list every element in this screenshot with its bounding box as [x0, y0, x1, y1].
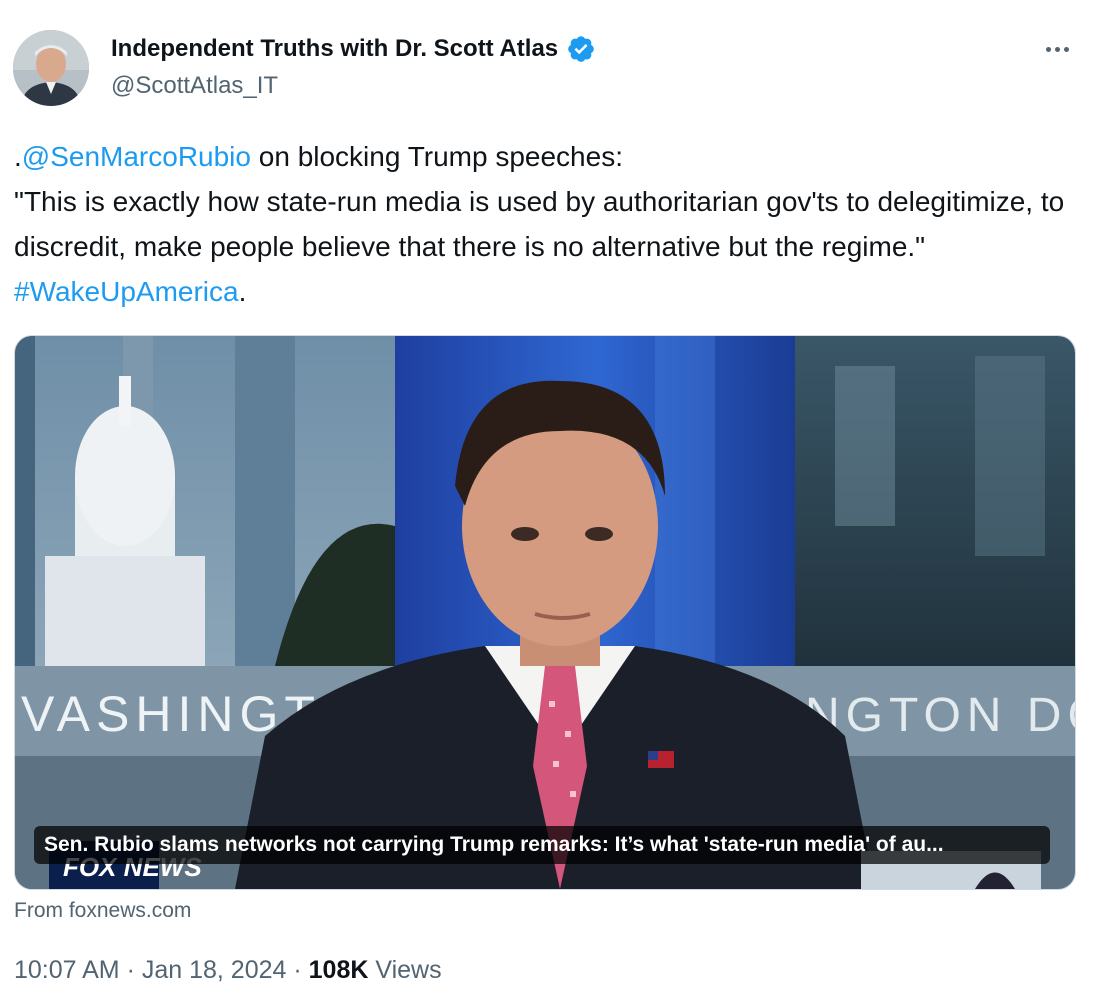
tweet-time[interactable]: 10:07 AM	[14, 956, 120, 984]
tweet-text: .@SenMarcoRubio on blocking Trump speech…	[14, 134, 1074, 314]
hashtag-link[interactable]: #WakeUpAmerica	[14, 276, 239, 307]
tweet-quote: "This is exactly how state-run media is …	[14, 186, 1065, 262]
author-name[interactable]: Independent Truths with Dr. Scott Atlas	[111, 34, 596, 64]
more-options-button[interactable]	[1040, 36, 1074, 62]
author-name-text: Independent Truths with Dr. Scott Atlas	[111, 35, 559, 62]
backdrop-text-right: NGTON DC	[805, 689, 1075, 742]
mention-link[interactable]: @SenMarcoRubio	[22, 141, 251, 172]
tweet-prefix: .	[14, 141, 22, 172]
author-handle[interactable]: @ScottAtlas_IT	[111, 72, 278, 100]
views-label: Views	[368, 956, 442, 984]
tweet-date[interactable]: Jan 18, 2024	[142, 956, 287, 984]
more-horizontal-icon	[1045, 46, 1051, 52]
tweet-suffix: .	[238, 276, 247, 307]
media-card[interactable]: VASHINGTO NGTON DC FOX NEWS	[14, 335, 1076, 890]
author-avatar[interactable]	[13, 30, 89, 106]
meta-separator: ·	[286, 956, 309, 984]
tweet-meta: 10:07 AM · Jan 18, 2024 · 108K Views	[14, 956, 442, 985]
avatar-image	[13, 30, 89, 106]
video-thumbnail: VASHINGTO NGTON DC FOX NEWS	[15, 336, 1075, 889]
tweet-card: Independent Truths with Dr. Scott Atlas …	[0, 0, 1107, 1004]
media-caption: Sen. Rubio slams networks not carrying T…	[34, 826, 1050, 864]
meta-separator: ·	[119, 956, 142, 984]
verified-badge-icon	[566, 34, 596, 64]
link-source[interactable]: From foxnews.com	[14, 899, 191, 923]
views-count: 108K	[308, 956, 369, 984]
tweet-line1: on blocking Trump speeches:	[250, 141, 623, 172]
